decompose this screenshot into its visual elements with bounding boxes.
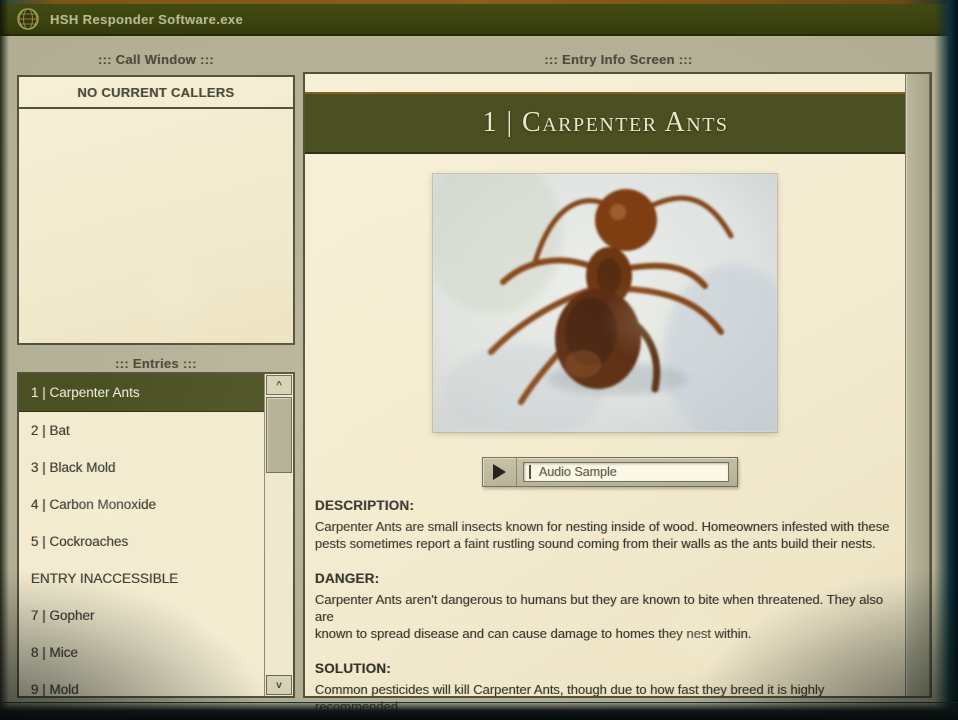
- list-item[interactable]: 3 | Black Mold: [19, 449, 265, 486]
- entries-scrollbar-thumb[interactable]: [266, 397, 292, 473]
- section-body: Common pesticides will kill Carpenter An…: [315, 681, 903, 720]
- section-heading: DANGER:: [315, 571, 903, 586]
- list-item[interactable]: 8 | Mice: [19, 634, 265, 671]
- audio-player: Audio Sample: [482, 457, 738, 487]
- call-window-label: ::: Call Window :::: [17, 52, 295, 67]
- play-icon: [493, 464, 506, 480]
- section-heading: DESCRIPTION:: [315, 498, 903, 513]
- call-window-panel: NO CURRENT CALLERS: [17, 75, 295, 345]
- entry-info-panel: 1 | Carpenter Ants: [303, 72, 932, 698]
- list-item[interactable]: 2 | Bat: [19, 412, 265, 449]
- entries-scrollbar[interactable]: ^ v: [264, 374, 293, 696]
- list-item[interactable]: 4 | Carbon Monoxide: [19, 486, 265, 523]
- globe-icon: [16, 7, 40, 31]
- scroll-up-button[interactable]: ^: [266, 375, 292, 395]
- list-item[interactable]: 9 | Mold: [19, 671, 265, 698]
- list-item[interactable]: 5 | Cockroaches: [19, 523, 265, 560]
- screen-right-edge: [934, 0, 958, 720]
- audio-sample-label: Audio Sample: [539, 465, 617, 479]
- entry-photo: [433, 174, 777, 432]
- section-heading: SOLUTION:: [315, 661, 903, 676]
- entries-list: 1 | Carpenter Ants2 | Bat3 | Black Mold4…: [19, 374, 265, 696]
- scroll-down-button[interactable]: v: [266, 675, 292, 695]
- entry-title: 1 | Carpenter Ants: [482, 107, 728, 139]
- list-item[interactable]: 1 | Carpenter Ants: [19, 374, 265, 412]
- section-body: Carpenter Ants are small insects known f…: [315, 518, 903, 552]
- entry-title-banner: 1 | Carpenter Ants: [305, 92, 906, 154]
- chevron-down-icon: v: [276, 680, 282, 691]
- audio-sample-field[interactable]: Audio Sample: [523, 462, 729, 482]
- section-body: Carpenter Ants aren't dangerous to human…: [315, 591, 903, 642]
- call-status: NO CURRENT CALLERS: [19, 77, 293, 109]
- window-title: HSH Responder Software.exe: [50, 12, 243, 27]
- playhead-tick: [529, 465, 531, 479]
- play-button[interactable]: [483, 458, 517, 486]
- title-bar[interactable]: HSH Responder Software.exe: [0, 4, 958, 36]
- entries-panel: 1 | Carpenter Ants2 | Bat3 | Black Mold4…: [17, 372, 295, 698]
- list-item[interactable]: 7 | Gopher: [19, 597, 265, 634]
- entry-info-sections: DESCRIPTION: Carpenter Ants are small ins…: [315, 498, 903, 720]
- entry-info-scrollbar[interactable]: [905, 74, 930, 696]
- crt-screen: HSH Responder Software.exe ::: Call Wind…: [0, 0, 958, 720]
- chevron-up-icon: ^: [276, 380, 282, 391]
- list-item[interactable]: ENTRY INACCESSIBLE: [19, 560, 265, 597]
- screen-left-edge: [0, 0, 9, 720]
- entry-info-label: ::: Entry Info Screen :::: [305, 52, 932, 67]
- entries-label: ::: Entries :::: [17, 356, 295, 371]
- ant-photo-illustration: [433, 174, 777, 432]
